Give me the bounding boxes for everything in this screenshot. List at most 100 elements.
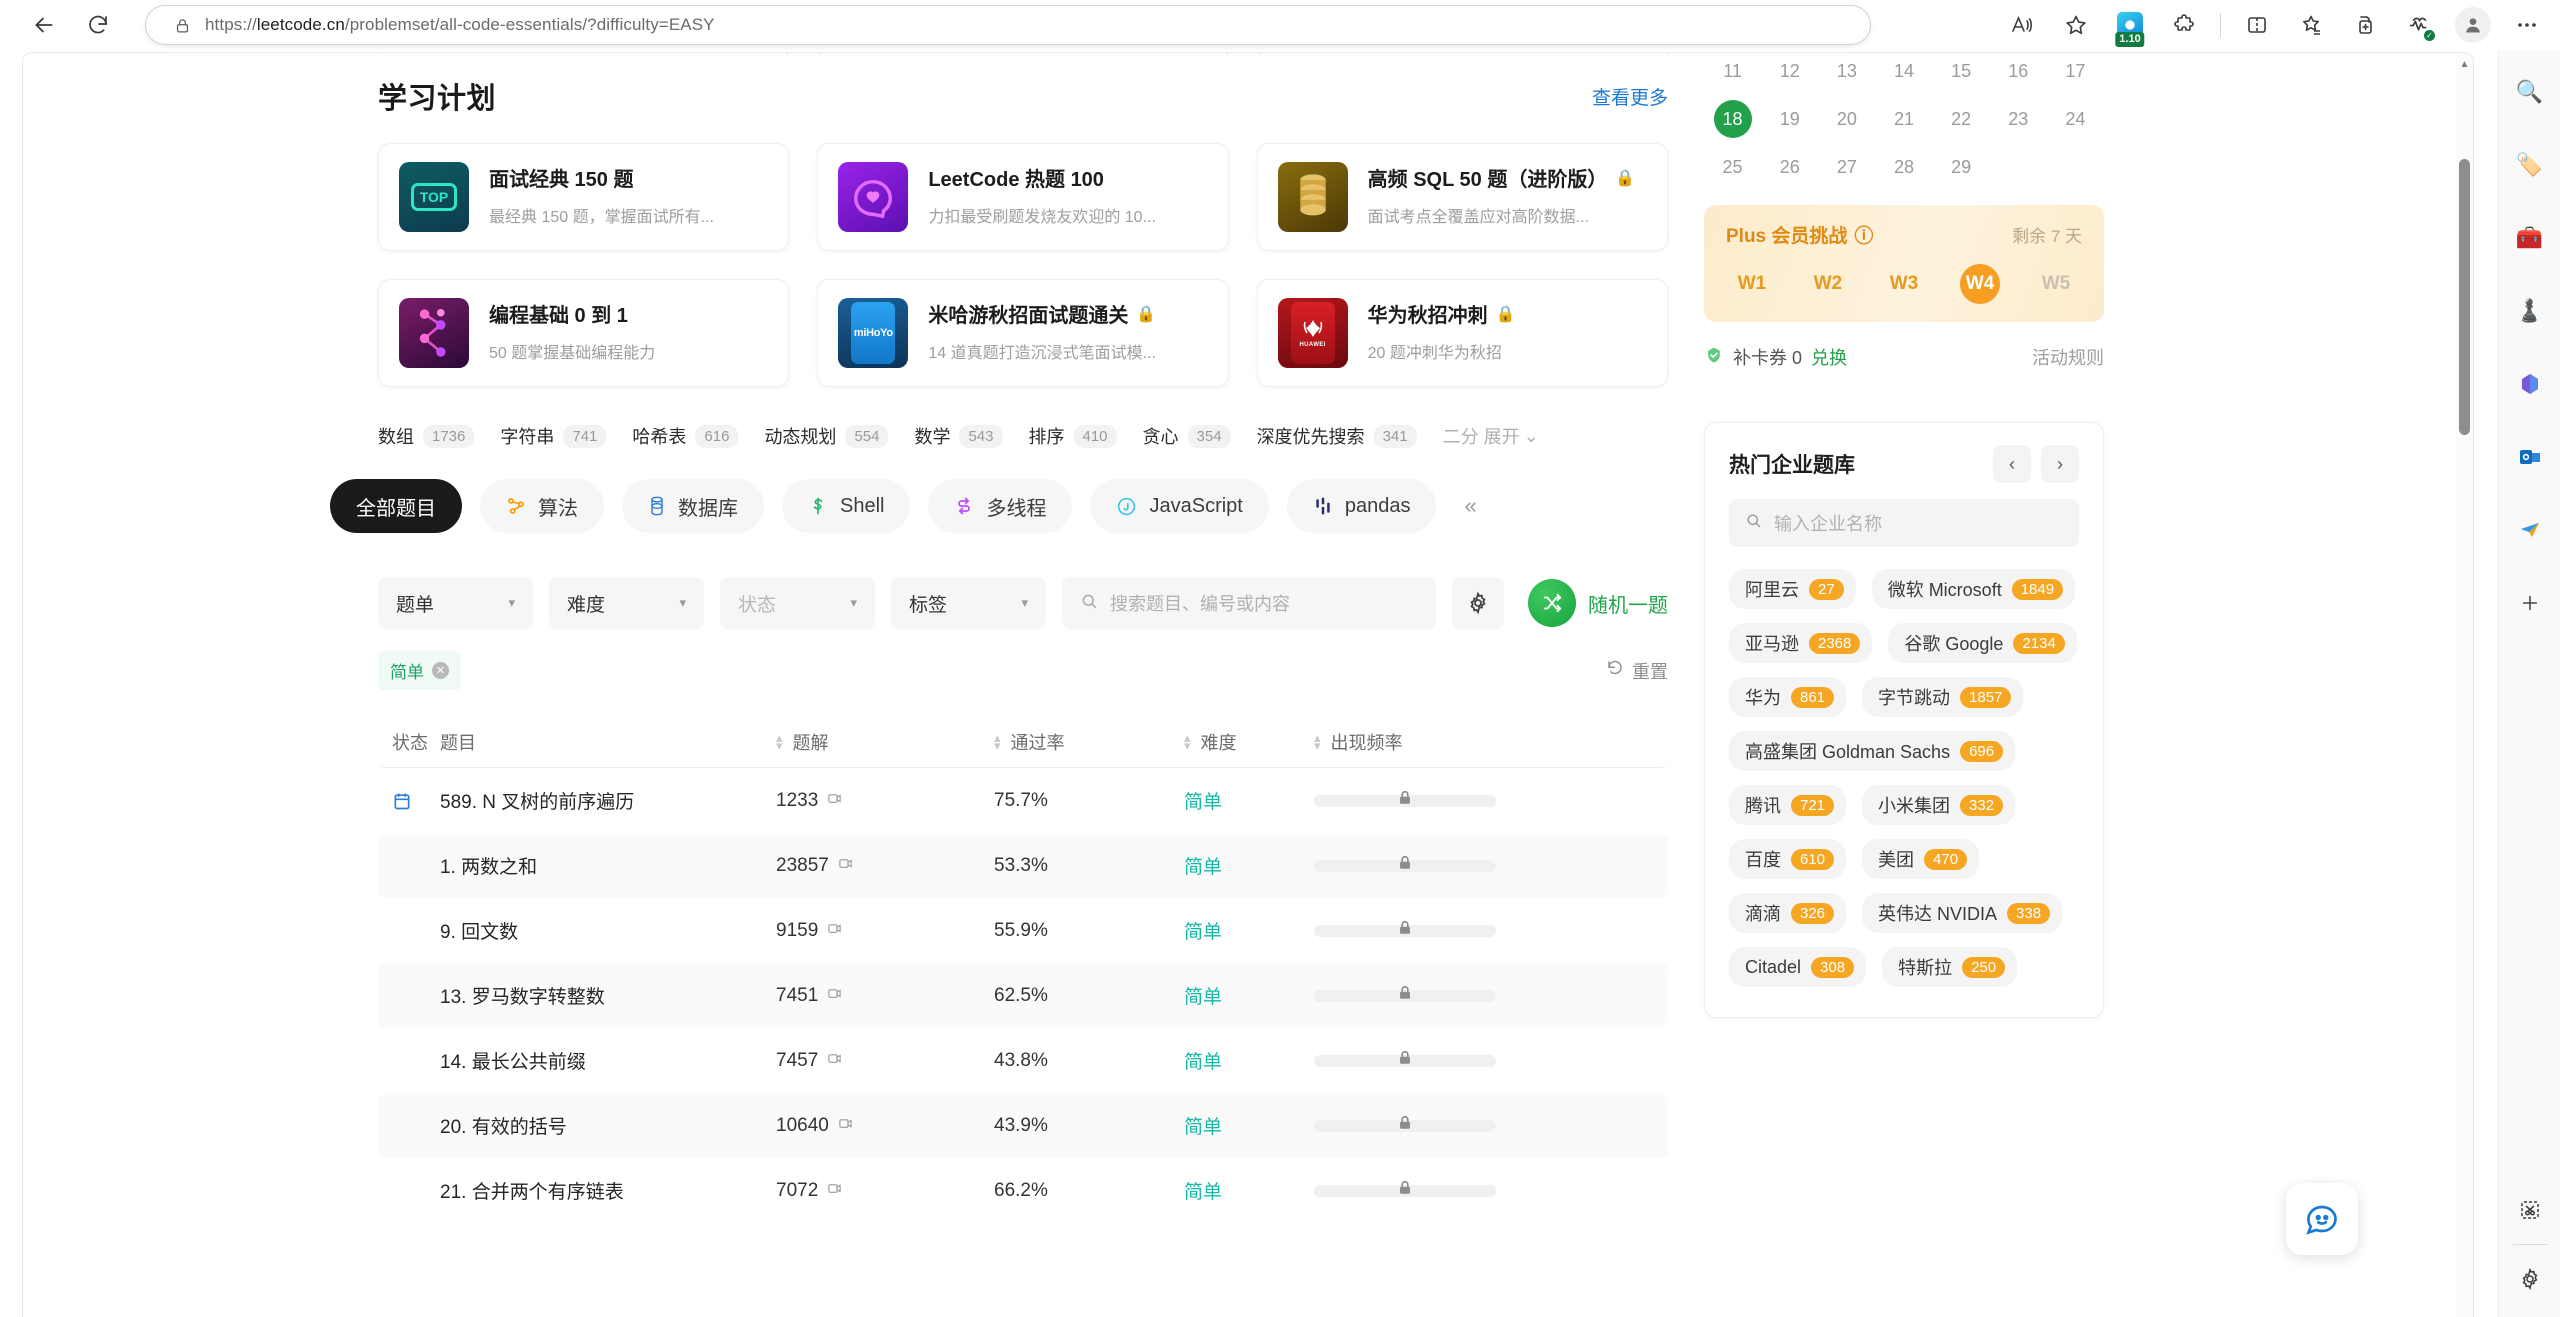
close-icon[interactable]: ✕ — [432, 662, 449, 679]
study-plan-card[interactable]: LeetCode 热题 100 力扣最受刷题发烧友欢迎的 10... — [817, 143, 1229, 251]
chevron-right-icon[interactable]: › — [2041, 445, 2079, 483]
company-tag[interactable]: 特斯拉 250 — [1882, 947, 2018, 987]
col-solutions[interactable]: ▴ ▾ 题解 — [776, 729, 994, 755]
calendar-day[interactable]: 26 — [1761, 143, 1818, 191]
topic-expand-button[interactable]: 二分 展开 ⌄ — [1443, 423, 1539, 449]
chevron-left-icon[interactable]: ‹ — [1993, 445, 2031, 483]
address-bar[interactable]: https://leetcode.cn/problemset/all-code-… — [146, 6, 1870, 44]
study-plan-card[interactable]: 高频 SQL 50 题（进阶版） 🔒 面试考点全覆盖应对高阶数据... — [1256, 143, 1668, 251]
company-tag[interactable]: 高盛集团 Goldman Sachs 696 — [1729, 731, 2016, 771]
active-filter-chip[interactable]: 简单 ✕ — [378, 651, 461, 690]
problem-title[interactable]: 589. N 叉树的前序遍历 — [440, 787, 776, 814]
calendar-day[interactable]: 13 — [1818, 53, 1875, 95]
company-tag[interactable]: 百度 610 — [1729, 839, 1847, 879]
company-tag[interactable]: 腾讯 721 — [1729, 785, 1847, 825]
view-more-link[interactable]: 查看更多 — [1592, 83, 1668, 110]
reload-icon[interactable] — [76, 3, 120, 47]
company-tag[interactable]: 阿里云 27 — [1729, 569, 1856, 609]
reset-filters-button[interactable]: 重置 — [1606, 658, 1668, 684]
col-frequency[interactable]: ▴ ▾ 出现频率 — [1314, 729, 1668, 755]
problem-title[interactable]: 21. 合并两个有序链表 — [440, 1177, 776, 1204]
search-icon[interactable]: 🔍 — [2510, 72, 2550, 112]
calendar-day[interactable]: 15 — [1933, 53, 1990, 95]
question-circle-icon[interactable]: ⓘ — [1854, 221, 1873, 248]
calendar-day[interactable]: 23 — [1990, 95, 2047, 143]
settings-gear-icon[interactable] — [1452, 577, 1504, 629]
extension-app-icon[interactable]: 1.10 — [2110, 5, 2150, 47]
company-tag[interactable]: 亚马逊 2368 — [1729, 623, 1873, 663]
calendar-day[interactable]: 16 — [1990, 53, 2047, 95]
problem-title[interactable]: 9. 回文数 — [440, 917, 776, 944]
collapse-tabs-button[interactable]: « — [1454, 493, 1486, 519]
favorite-star-icon[interactable] — [2056, 5, 2096, 45]
calendar-day[interactable]: 11 — [1704, 53, 1761, 95]
week-tab-w1[interactable]: W1 — [1732, 264, 1772, 304]
week-tab-w5[interactable]: W5 — [2036, 264, 2076, 304]
table-row[interactable]: 21. 合并两个有序链表 7072 66.2% 简单 — [378, 1158, 1668, 1223]
week-tab-w3[interactable]: W3 — [1884, 264, 1924, 304]
tab-concurrency[interactable]: 多线程 — [928, 479, 1073, 533]
topic-tag[interactable]: 贪心 354 — [1143, 423, 1231, 449]
split-screen-icon[interactable] — [2237, 5, 2277, 45]
calendar-day[interactable]: 25 — [1704, 143, 1761, 191]
table-row[interactable]: 9. 回文数 9159 55.9% 简单 — [378, 898, 1668, 963]
week-tab-w4[interactable]: W4 — [1960, 264, 2000, 304]
problem-title[interactable]: 1. 两数之和 — [440, 852, 776, 879]
send-plane-icon[interactable] — [2510, 510, 2550, 550]
sort-icon[interactable]: ▴ ▾ — [1184, 731, 1191, 752]
company-tag[interactable]: 华为 861 — [1729, 677, 1847, 717]
profile-icon[interactable] — [2453, 5, 2493, 45]
feedback-smile-icon[interactable] — [2286, 1183, 2358, 1255]
redeem-link[interactable]: 兑换 — [1811, 344, 1847, 370]
table-row[interactable]: 13. 罗马数字转整数 7451 62.5% 简单 — [378, 963, 1668, 1028]
calendar-day-today[interactable]: 18 — [1704, 95, 1761, 143]
tab-database[interactable]: 数据库 — [622, 479, 764, 533]
company-tag[interactable]: 微软 Microsoft 1849 — [1871, 569, 2076, 609]
plus-challenge-banner[interactable]: Plus 会员挑战 ⓘ 剩余 7 天 W1 W2 W3 W4 W5 — [1704, 205, 2104, 322]
tab-pandas[interactable]: pandas — [1286, 479, 1437, 533]
company-tag[interactable]: 美团 470 — [1862, 839, 1980, 879]
week-tab-w2[interactable]: W2 — [1808, 264, 1848, 304]
table-row[interactable]: 14. 最长公共前缀 7457 43.8% 简单 — [378, 1028, 1668, 1093]
sort-icon[interactable]: ▴ ▾ — [776, 731, 783, 752]
study-plan-card[interactable]: miHoYo 米哈游秋招面试题通关 🔒 14 道真题打造沉浸式笔面试模... — [817, 279, 1229, 387]
calendar-day[interactable]: 22 — [1933, 95, 1990, 143]
outlook-icon[interactable] — [2510, 437, 2550, 477]
filter-status[interactable]: 状态 ▾ — [720, 577, 875, 629]
screenshot-scissors-icon[interactable] — [2510, 1190, 2550, 1230]
company-tag[interactable]: Citadel 308 — [1729, 947, 1867, 987]
calendar-day[interactable]: 21 — [1875, 95, 1932, 143]
calendar-day[interactable]: 12 — [1761, 53, 1818, 95]
company-tag[interactable]: 谷歌 Google 2134 — [1888, 623, 2077, 663]
study-plan-card[interactable]: HUAWEI 华为秋招冲刺 🔒 20 题冲刺华为秋招 — [1256, 279, 1668, 387]
study-plan-card[interactable]: 编程基础 0 到 1 50 题掌握基础编程能力 — [378, 279, 790, 387]
table-row[interactable]: 20. 有效的括号 10640 43.9% 简单 — [378, 1093, 1668, 1158]
collections-icon[interactable] — [2291, 5, 2331, 45]
search-input[interactable]: 搜索题目、编号或内容 — [1062, 577, 1436, 629]
tab-shell[interactable]: Shell — [782, 479, 911, 533]
table-row[interactable]: 1. 两数之和 23857 53.3% 简单 — [378, 833, 1668, 898]
study-plan-card[interactable]: TOP 面试经典 150 题 最经典 150 题，掌握面试所有... — [378, 143, 790, 251]
tab-javascript[interactable]: JavaScript — [1090, 479, 1269, 533]
topic-tag[interactable]: 哈希表 616 — [632, 423, 739, 449]
read-aloud-icon[interactable] — [2002, 5, 2042, 45]
col-acceptance[interactable]: ▴ ▾ 通过率 — [994, 729, 1184, 755]
games-chess-icon[interactable]: ♟️ — [2510, 291, 2550, 331]
scroll-up-arrow[interactable]: ▲ — [2456, 59, 2473, 70]
table-row[interactable]: 589. N 叉树的前序遍历 1233 75.7% 简单 — [378, 768, 1668, 833]
microsoft365-icon[interactable] — [2510, 364, 2550, 404]
topic-tag[interactable]: 字符串 741 — [500, 423, 607, 449]
calendar-day[interactable]: 24 — [2047, 95, 2104, 143]
calendar-day[interactable]: 17 — [2047, 53, 2104, 95]
sidebar-settings-gear-icon[interactable] — [2510, 1259, 2550, 1299]
company-tag[interactable]: 英伟达 NVIDIA 338 — [1862, 893, 2063, 933]
sort-icon[interactable]: ▴ ▾ — [994, 731, 1001, 752]
calendar-day[interactable]: 29 — [1933, 143, 1990, 191]
problem-title[interactable]: 13. 罗马数字转整数 — [440, 982, 776, 1009]
filter-problem-list[interactable]: 题单 ▾ — [378, 577, 533, 629]
tab-algorithm[interactable]: 算法 — [480, 479, 604, 533]
calendar-day[interactable]: 20 — [1818, 95, 1875, 143]
sort-icon[interactable]: ▴ ▾ — [1314, 731, 1321, 752]
scrollbar-thumb[interactable] — [2459, 159, 2470, 435]
filter-difficulty[interactable]: 难度 ▾ — [549, 577, 704, 629]
